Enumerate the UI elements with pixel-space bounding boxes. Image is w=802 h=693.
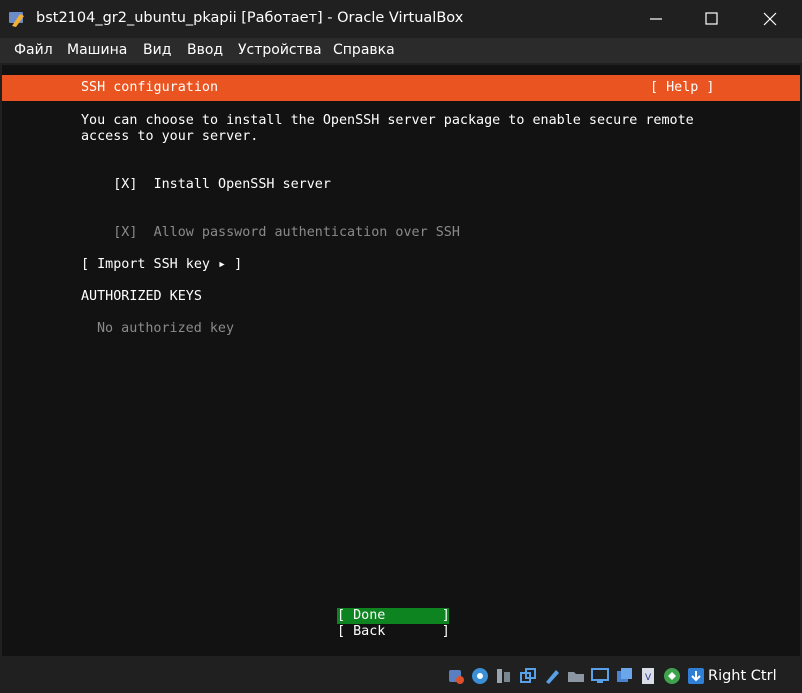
- vm-display[interactable]: SSH configuration [ Help ] You can choos…: [2, 65, 800, 656]
- installer-header: SSH configuration [ Help ]: [2, 75, 800, 101]
- password-auth-option: [X] Allow password authentication over S…: [81, 209, 460, 257]
- menu-help[interactable]: Справка: [333, 42, 395, 58]
- import-ssh-key-button[interactable]: [ Import SSH key ▸ ]: [81, 257, 242, 273]
- menu-machine[interactable]: Машина: [67, 42, 127, 58]
- maximize-button[interactable]: [689, 0, 735, 38]
- password-auth-checkbox: [X]: [113, 225, 138, 240]
- minimize-button[interactable]: [633, 0, 679, 38]
- cpu-vt-icon[interactable]: V: [639, 667, 657, 685]
- network-icon[interactable]: [519, 667, 537, 685]
- svg-text:V: V: [645, 673, 652, 683]
- display-icon[interactable]: [591, 667, 609, 685]
- window-titlebar[interactable]: bst2104_gr2_ubuntu_pkapii [Работает] - O…: [0, 0, 802, 38]
- window-title: bst2104_gr2_ubuntu_pkapii [Работает] - O…: [36, 10, 464, 26]
- done-button[interactable]: [ Done ]: [337, 608, 450, 624]
- close-icon: [763, 12, 777, 26]
- hard-disk-icon[interactable]: [447, 667, 465, 685]
- minimize-icon: [650, 18, 662, 20]
- page-title: SSH configuration: [81, 80, 219, 95]
- install-openssh-label: Install OpenSSH server: [153, 177, 331, 192]
- shared-folder-icon[interactable]: [567, 667, 585, 685]
- menu-bar: Файл Машина Вид Ввод Устройства Справка: [0, 38, 802, 63]
- screen-capture-icon[interactable]: [615, 667, 633, 685]
- install-openssh-checkbox[interactable]: [X]: [113, 177, 137, 192]
- optical-drive-icon[interactable]: [471, 667, 489, 685]
- host-key-label[interactable]: Right Ctrl: [708, 668, 777, 684]
- menu-view[interactable]: Вид: [143, 42, 171, 58]
- menu-file[interactable]: Файл: [14, 42, 53, 58]
- authorized-keys-heading: AUTHORIZED KEYS: [81, 289, 202, 304]
- description-line-2: access to your server.: [81, 129, 259, 144]
- keyboard-capture-icon[interactable]: [687, 667, 705, 685]
- password-auth-label: Allow password authentication over SSH: [153, 225, 460, 240]
- menu-input[interactable]: Ввод: [187, 42, 223, 58]
- maximize-icon: [705, 12, 718, 25]
- virtualbox-icon: [9, 12, 24, 27]
- status-bar: V Right Ctrl: [0, 658, 802, 693]
- description-line-1: You can choose to install the OpenSSH se…: [81, 113, 694, 128]
- no-authorized-key-text: No authorized key: [97, 321, 235, 336]
- usb-icon[interactable]: [543, 667, 561, 685]
- install-openssh-option[interactable]: [X] Install OpenSSH server: [81, 161, 331, 209]
- back-button[interactable]: [ Back ]: [337, 624, 450, 640]
- help-button[interactable]: [ Help ]: [650, 80, 715, 96]
- menu-devices[interactable]: Устройства: [238, 42, 322, 58]
- audio-icon[interactable]: [495, 667, 513, 685]
- mouse-integration-icon[interactable]: [663, 667, 681, 685]
- close-button[interactable]: [747, 0, 793, 38]
